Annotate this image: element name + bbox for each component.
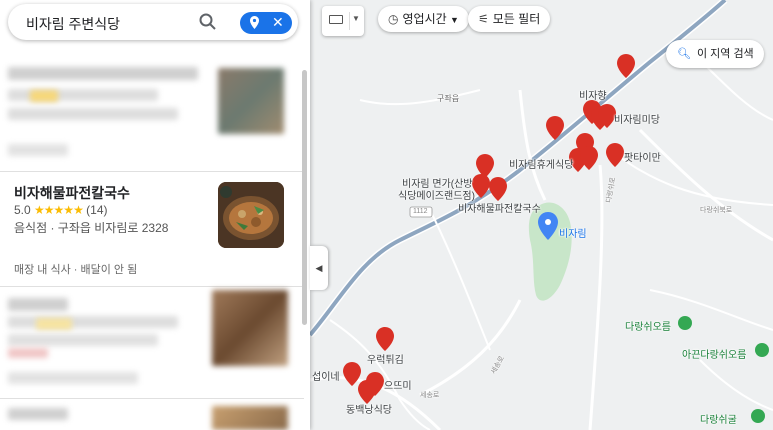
result-name[interactable]: 비자해물파전칼국수 bbox=[14, 183, 130, 203]
keyboard-icon bbox=[329, 15, 343, 24]
map-label-bijarimdang[interactable]: 비자림미당 bbox=[614, 111, 660, 126]
keyboard-separator bbox=[349, 12, 350, 30]
hours-chip-label: 영업시간 bbox=[402, 12, 447, 26]
search-icon[interactable] bbox=[198, 12, 218, 32]
results-panel: 비자림 주변식당 ✕ 비자해물파전칼국수 5.0 ★★★★★ (14) 음식점 … bbox=[0, 0, 310, 430]
hours-filter-chip[interactable]: ◷ 영업시간 ▼ bbox=[378, 6, 469, 32]
blurred-stars bbox=[36, 318, 72, 330]
map-label-darangshi-cave[interactable]: 다랑쉬굴 bbox=[700, 411, 737, 426]
collapse-panel-button[interactable]: ◀ bbox=[310, 246, 328, 290]
park-marker bbox=[751, 409, 765, 423]
blurred-result-title bbox=[8, 408, 68, 420]
result-category-address: 음식점 · 구좌읍 비자림로 2328 bbox=[14, 221, 169, 235]
rating-value: 5.0 bbox=[14, 203, 31, 217]
park-marker bbox=[678, 316, 692, 330]
map-label-gujwa: 구좌읍 bbox=[437, 94, 460, 103]
blurred-result-address bbox=[8, 108, 178, 120]
filter-icon: ⚟ bbox=[478, 12, 489, 26]
route-number-1112: 1112 bbox=[413, 208, 428, 215]
review-count: (14) bbox=[86, 203, 108, 217]
chevron-down-icon: ▼ bbox=[450, 15, 459, 25]
minor-road bbox=[638, 128, 773, 242]
road-label: 세송로 bbox=[420, 392, 440, 399]
clock-icon: ◷ bbox=[388, 12, 399, 26]
map-label-bijarim[interactable]: 비자림 bbox=[559, 225, 587, 240]
chevron-left-icon: ◀ bbox=[315, 263, 323, 273]
map-label-ako-darangshi[interactable]: 아끈다랑쉬오름 bbox=[682, 346, 746, 361]
blurred-thumbnail bbox=[218, 68, 284, 134]
result-rating: 5.0 ★★★★★ (14) bbox=[14, 203, 108, 217]
minor-road bbox=[588, 164, 604, 430]
blurred-thumbnail bbox=[212, 290, 288, 366]
location-clear-pill[interactable]: ✕ bbox=[240, 12, 292, 34]
map-label-darangshi[interactable]: 다랑쉬오름 bbox=[625, 318, 671, 333]
blurred-result-service bbox=[8, 144, 68, 156]
park-marker bbox=[755, 343, 769, 357]
minor-road bbox=[419, 299, 522, 397]
blurred-stars bbox=[30, 90, 58, 102]
minor-road bbox=[359, 89, 481, 106]
map-label-thai[interactable]: 팟타이만 bbox=[624, 149, 661, 164]
minor-road bbox=[699, 59, 773, 121]
blurred-result-rating bbox=[8, 316, 178, 328]
search-this-area-button[interactable]: 🔍︎ 이 지역 검색 bbox=[666, 40, 764, 68]
close-icon[interactable]: ✕ bbox=[272, 14, 284, 31]
food-photo bbox=[218, 182, 284, 248]
blurred-result-address bbox=[8, 334, 158, 346]
result-thumbnail[interactable] bbox=[218, 182, 284, 248]
road-label: 다랑쉬북로 bbox=[700, 207, 733, 214]
map-label-seopine[interactable]: 섭이네 bbox=[312, 368, 340, 383]
map-label-haemul[interactable]: 비자해물파전칼국수 bbox=[458, 200, 541, 215]
result-divider bbox=[0, 286, 304, 287]
blurred-result-title bbox=[8, 298, 68, 311]
results-scrollbar[interactable] bbox=[302, 70, 307, 325]
search-area-label: 이 지역 검색 bbox=[696, 48, 754, 60]
map-label-urak[interactable]: 우럭튀김 bbox=[367, 351, 404, 366]
map-label-dongbaek[interactable]: 동백낭식당 bbox=[346, 401, 392, 416]
blurred-result-service bbox=[8, 372, 138, 384]
blurred-result-title bbox=[8, 67, 198, 80]
blurred-thumbnail bbox=[212, 406, 288, 430]
bijarim-location-pin-dot bbox=[545, 219, 551, 225]
chevron-down-icon: ▼ bbox=[352, 14, 360, 23]
all-filters-chip[interactable]: ⚟ 모든 필터 bbox=[468, 6, 551, 32]
map-label-bijahyang[interactable]: 비자향 bbox=[579, 87, 607, 102]
result-divider bbox=[0, 398, 304, 399]
search-input[interactable]: 비자림 주변식당 bbox=[26, 14, 120, 34]
result-card[interactable]: 비자해물파전칼국수 5.0 ★★★★★ (14) 음식점 · 구좌읍 비자림로 … bbox=[0, 172, 304, 284]
minor-road bbox=[518, 89, 547, 201]
blurred-result-status bbox=[8, 348, 48, 358]
keyboard-shortcut-button[interactable]: ▼ bbox=[322, 6, 364, 36]
filter-chip-label: 모든 필터 bbox=[492, 12, 541, 26]
star-icons: ★★★★★ bbox=[34, 203, 84, 217]
search-box[interactable]: 비자림 주변식당 ✕ bbox=[8, 4, 298, 40]
minor-road bbox=[429, 209, 491, 351]
map-label-eutteumi[interactable]: 으뜨미 bbox=[384, 377, 412, 392]
result-services: 매장 내 식사 · 배달이 안 됨 bbox=[14, 264, 138, 276]
search-icon: 🔍︎ bbox=[677, 48, 691, 60]
pin-icon bbox=[250, 16, 259, 29]
minor-road bbox=[699, 359, 773, 411]
map-label-rest-area[interactable]: 비자림휴게식당 bbox=[509, 156, 573, 171]
